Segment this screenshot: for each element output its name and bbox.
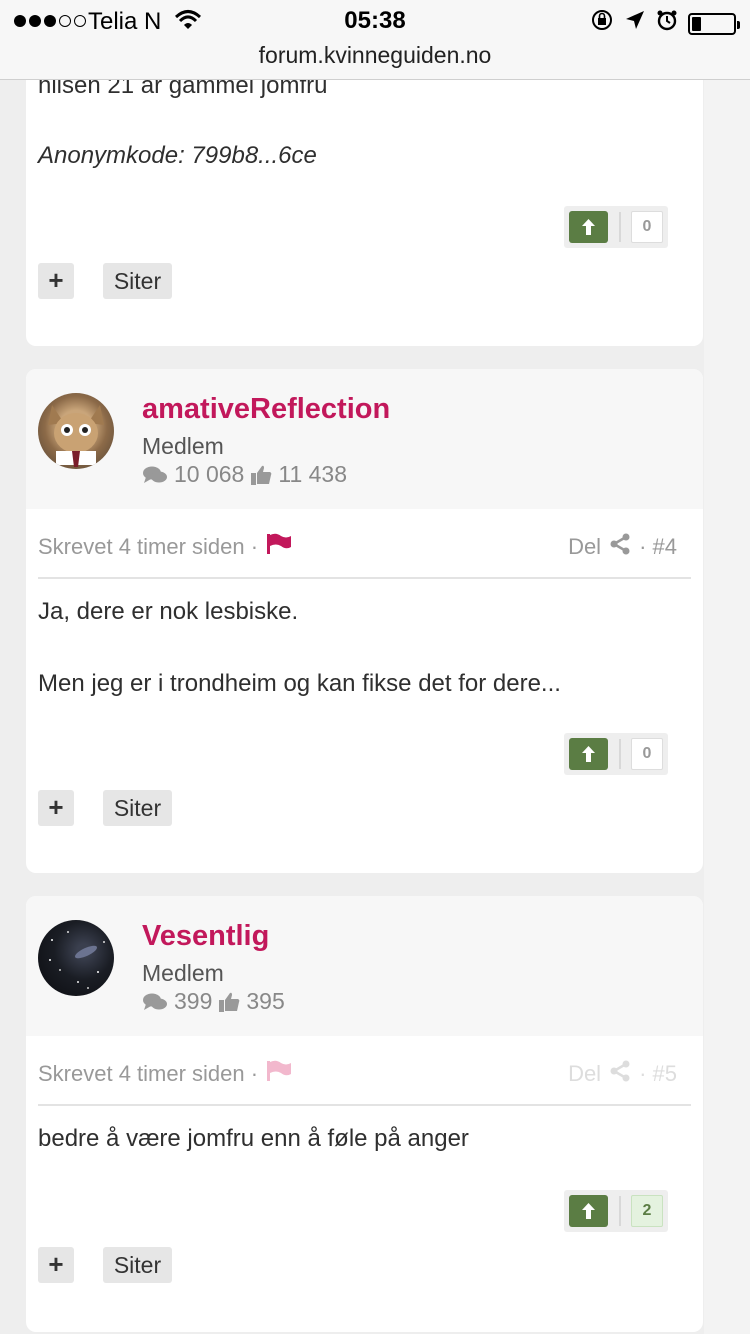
vote-widget: 0	[564, 206, 668, 248]
username-link[interactable]: amativeReflection	[142, 393, 390, 426]
anonymous-code: Anonymkode: 799b8...6ce	[38, 142, 317, 169]
divider	[38, 577, 691, 579]
upvote-button[interactable]	[569, 738, 608, 770]
multiquote-button[interactable]: +	[38, 263, 74, 299]
avatar[interactable]	[38, 393, 114, 469]
post-author-header: Vesentlig Medlem 399 395	[26, 896, 703, 1036]
alarm-icon	[656, 9, 678, 38]
multiquote-button[interactable]: +	[38, 790, 74, 826]
vote-widget: 2	[564, 1190, 668, 1232]
comments-icon	[142, 465, 168, 485]
multiquote-button[interactable]: +	[38, 1247, 74, 1283]
page-side-margin	[704, 80, 750, 1334]
vote-widget: 0	[564, 733, 668, 775]
user-role: Medlem	[142, 960, 224, 986]
share-link[interactable]: Del	[568, 534, 601, 560]
quote-button[interactable]: Siter	[103, 1247, 172, 1283]
post-number[interactable]: · #5	[639, 1061, 677, 1087]
comments-icon	[142, 992, 168, 1012]
location-arrow-icon	[624, 9, 646, 38]
user-role: Medlem	[142, 433, 224, 459]
user-stats: 10 068 11 438	[142, 461, 347, 488]
user-stats: 399 395	[142, 988, 285, 1015]
vote-count: 0	[631, 211, 663, 243]
avatar[interactable]	[38, 920, 114, 996]
post-card: Vesentlig Medlem 399 395 Skrevet 4 timer…	[26, 896, 703, 1332]
arrow-up-icon	[582, 219, 595, 235]
upvote-button[interactable]	[569, 1195, 608, 1227]
status-bar: Telia N 05:38 forum.kvinneguiden.no	[0, 0, 750, 80]
share-icon[interactable]	[609, 1060, 631, 1088]
post-text-line: bedre å være jomfru enn å føle på anger	[38, 1125, 469, 1152]
share-link[interactable]: Del	[568, 1061, 601, 1087]
upvote-button[interactable]	[569, 211, 608, 243]
quote-button[interactable]: Siter	[103, 790, 172, 826]
thumbs-up-icon	[250, 464, 272, 486]
post-number[interactable]: · #4	[639, 534, 677, 560]
post-count: 10 068	[174, 461, 245, 487]
vote-count: 0	[631, 738, 663, 770]
rotation-lock-icon	[590, 8, 614, 39]
battery-icon	[688, 12, 740, 35]
post-card: amativeReflection Medlem 10 068 11 438 S…	[26, 369, 703, 873]
like-count: 11 438	[278, 461, 347, 487]
quote-button[interactable]: Siter	[103, 263, 172, 299]
report-flag-icon[interactable]	[266, 1060, 292, 1088]
vote-count: 2	[631, 1195, 663, 1227]
post-meta: Skrevet 4 timer siden · Del · #5	[38, 1060, 691, 1100]
like-count: 395	[246, 988, 285, 1014]
arrow-up-icon	[582, 1203, 595, 1219]
post-meta: Skrevet 4 timer siden · Del · #4	[38, 533, 691, 573]
post-text-line: Men jeg er i trondheim og kan fikse det …	[38, 670, 561, 697]
thumbs-up-icon	[218, 991, 240, 1013]
address-bar-url[interactable]: forum.kvinneguiden.no	[0, 42, 750, 69]
share-icon[interactable]	[609, 533, 631, 561]
post-author-header: amativeReflection Medlem 10 068 11 438	[26, 369, 703, 509]
divider	[38, 1104, 691, 1106]
post-timestamp: Skrevet 4 timer siden ·	[38, 1061, 259, 1086]
post-text-line: Ja, dere er nok lesbiske.	[38, 598, 299, 625]
post-count: 399	[174, 988, 213, 1014]
report-flag-icon[interactable]	[266, 533, 292, 561]
arrow-up-icon	[582, 746, 595, 762]
post-timestamp: Skrevet 4 timer siden ·	[38, 534, 259, 559]
username-link[interactable]: Vesentlig	[142, 920, 269, 953]
